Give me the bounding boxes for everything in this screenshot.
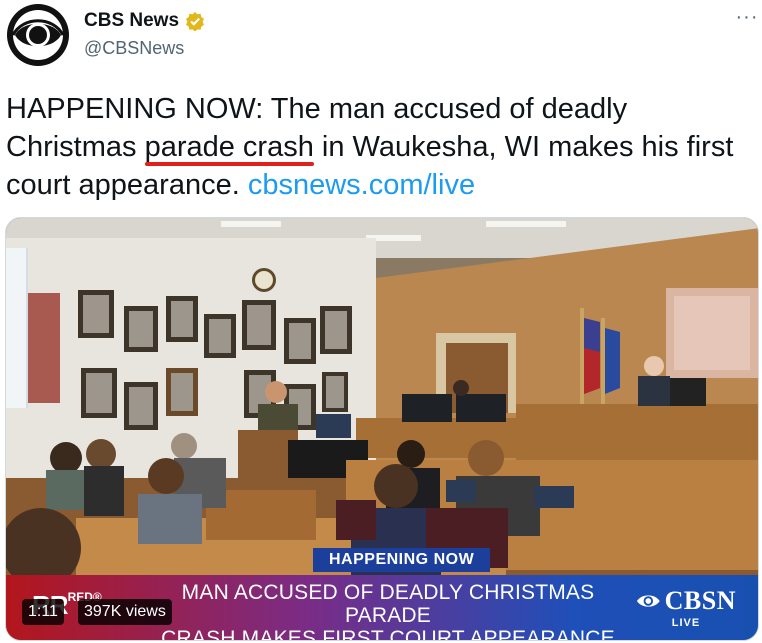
network-name: CBSN [664, 586, 736, 615]
happening-now-tag: HAPPENING NOW [313, 548, 491, 572]
tweet-link[interactable]: cbsnews.com/live [248, 169, 475, 201]
network-live-label: LIVE [671, 617, 701, 629]
banner-line-2: CRASH MAKES FIRST COURT APPEARANCE [158, 627, 618, 641]
more-options-icon[interactable]: ··· [734, 7, 760, 30]
name-row: CBS News [84, 10, 205, 32]
cbsn-live-logo: CBSN LIVE [636, 586, 736, 634]
verified-badge-icon [185, 11, 205, 32]
cbs-eye-logo-icon[interactable] [7, 4, 69, 66]
video-player[interactable]: HAPPENING NOW RRRED® MAN ACCUSED OF DEAD… [5, 217, 759, 641]
display-name[interactable]: CBS News [84, 10, 179, 32]
tweet-text-highlight: parade crash [144, 131, 314, 166]
red-underline-annotation [144, 162, 314, 166]
tweet-header: CBS News @CBSNews ··· [0, 0, 762, 70]
account-handle[interactable]: @CBSNews [84, 38, 184, 59]
video-elapsed-time: 1:11 [22, 599, 64, 625]
banner-highlight: CRASH [161, 627, 236, 640]
avatar-svg [11, 10, 65, 60]
cbs-eye-icon [636, 595, 660, 607]
banner-line-1: MAN ACCUSED OF DEADLY CHRISTMAS PARADE [181, 581, 595, 627]
banner-line-2-rest: MAKES FIRST COURT APPEARANCE [235, 627, 615, 641]
highlight-text: parade crash [144, 131, 314, 163]
cbsn-wordmark: CBSN [636, 586, 736, 616]
tweet-text: HAPPENING NOW: The man accused of deadly… [6, 90, 746, 204]
headline-banner: MAN ACCUSED OF DEADLY CHRISTMAS PARADE C… [158, 581, 618, 641]
video-view-count: 397K views [78, 599, 172, 625]
